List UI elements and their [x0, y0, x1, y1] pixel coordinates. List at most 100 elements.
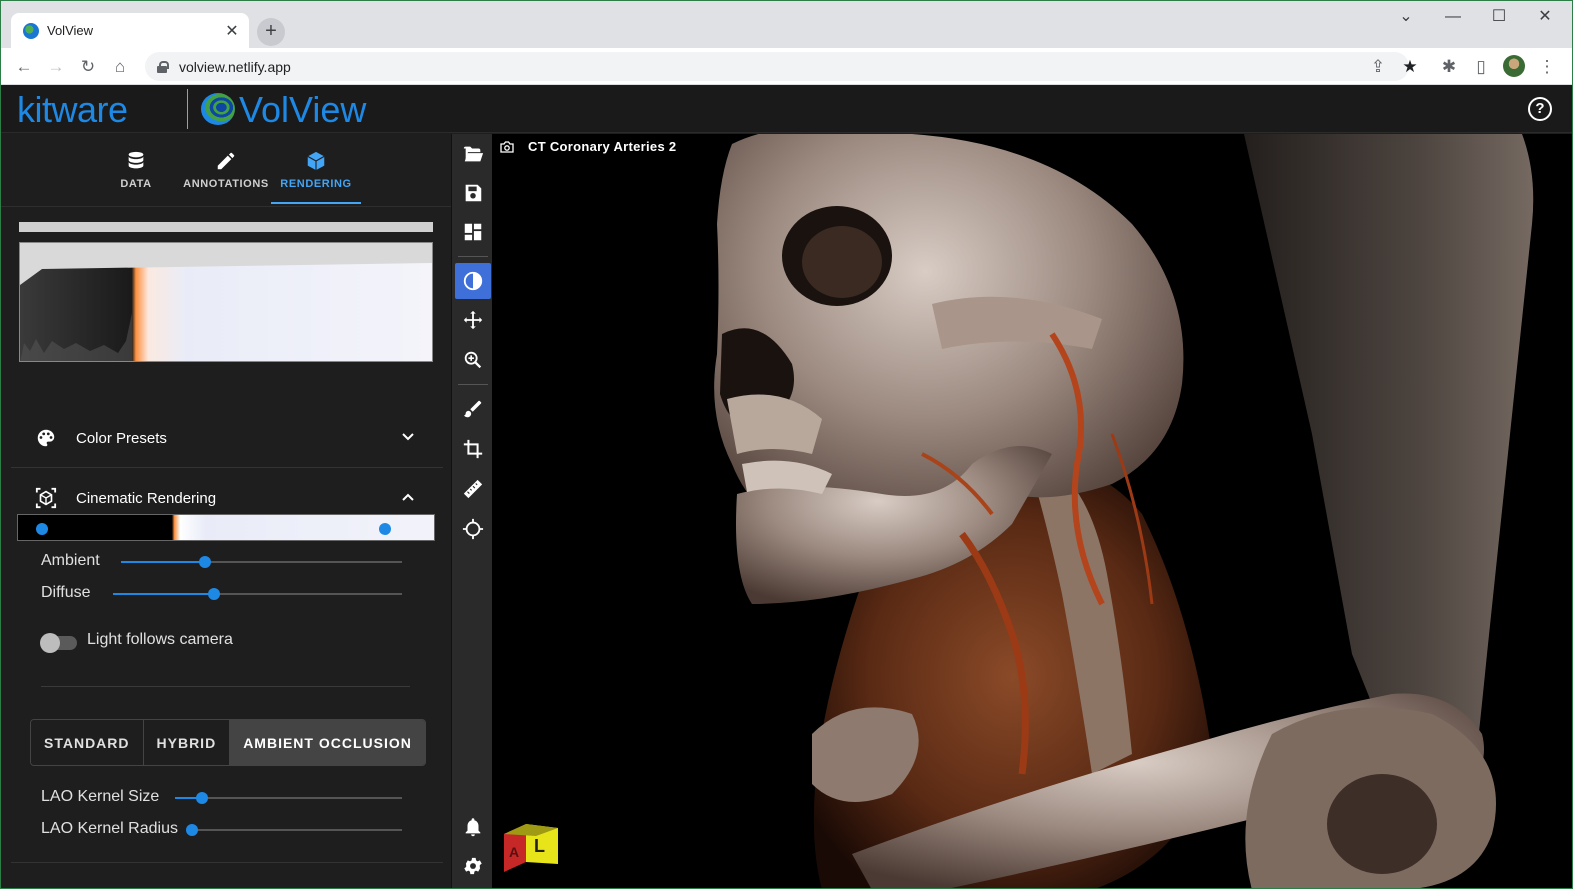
- ambient-slider-row: Ambient: [41, 548, 100, 574]
- home-icon[interactable]: ⌂: [109, 56, 131, 78]
- folder-open-icon: [463, 146, 484, 162]
- ambient-slider-fill: [121, 561, 206, 563]
- open-files-button[interactable]: [455, 136, 491, 172]
- hybrid-button[interactable]: HYBRID: [143, 720, 231, 765]
- tab-data[interactable]: DATA: [105, 144, 167, 204]
- pan-tool[interactable]: [455, 302, 491, 338]
- lao-kernel-radius-slider[interactable]: [186, 824, 402, 836]
- orientation-label-l: L: [534, 836, 545, 856]
- standard-button[interactable]: STANDARD: [31, 720, 144, 765]
- close-tab-icon[interactable]: ✕: [223, 21, 241, 41]
- back-icon[interactable]: ←: [13, 56, 35, 78]
- volview-favicon-icon: [23, 22, 39, 39]
- app-root: VolView ✕ + ⌄ — ☐ ✕ ← → ↻ ⌂ volview.netl…: [0, 0, 1573, 889]
- ambient-slider[interactable]: [121, 556, 402, 568]
- tab-rendering[interactable]: RENDERING: [271, 144, 361, 204]
- tool-separator: [458, 256, 488, 257]
- browser-menu-icon[interactable]: ⋮: [1536, 56, 1558, 78]
- camera-icon[interactable]: [500, 141, 514, 153]
- module-tabs: DATA ANNOTATIONS RENDERING: [1, 134, 451, 206]
- notifications-button[interactable]: [455, 809, 491, 845]
- light-follows-camera-label: Light follows camera: [87, 631, 233, 648]
- lao-kernel-radius-row: LAO Kernel Radius: [41, 816, 178, 842]
- crop-icon: [463, 439, 483, 459]
- diffuse-slider-thumb[interactable]: [208, 588, 221, 600]
- share-icon[interactable]: ⇪: [1367, 56, 1389, 78]
- diffuse-slider[interactable]: [113, 588, 402, 600]
- zoom-icon: [464, 351, 482, 369]
- volume-render-viewport[interactable]: CT Coronary Arteries 2 L A: [492, 134, 1572, 888]
- zoom-tool[interactable]: [455, 342, 491, 378]
- close-window-button[interactable]: ✕: [1530, 6, 1560, 28]
- browser-tab-title: VolView: [47, 23, 94, 38]
- layout-button[interactable]: [455, 214, 491, 250]
- save-session-button[interactable]: [455, 175, 491, 211]
- lock-icon: [157, 60, 169, 73]
- address-bar-row: ← → ↻ ⌂ volview.netlify.app ⇪ ★ ✱ ▯ ⋮: [1, 48, 1572, 85]
- ambient-label: Ambient: [41, 552, 100, 569]
- profile-avatar[interactable]: [1503, 55, 1525, 77]
- window-level-tool[interactable]: [455, 263, 491, 299]
- lao-kernel-size-thumb[interactable]: [196, 792, 209, 804]
- diffuse-slider-row: Diffuse: [41, 580, 91, 606]
- volview-logo-icon: [201, 93, 235, 125]
- tool-strip: [451, 134, 492, 888]
- ct-volume-rendering: [714, 134, 1534, 888]
- orientation-cube: L A: [504, 824, 558, 872]
- help-icon[interactable]: ?: [1528, 97, 1552, 121]
- tab-rendering-label: RENDERING: [280, 178, 352, 190]
- header-divider: [187, 89, 188, 129]
- chevron-down-icon: [402, 433, 414, 441]
- ruler-icon: [463, 479, 483, 499]
- diffuse-slider-fill: [113, 593, 215, 595]
- cinematic-rendering-label: Cinematic Rendering: [76, 489, 217, 507]
- tabs-divider: [1, 206, 451, 207]
- lao-kernel-radius-thumb[interactable]: [186, 824, 198, 836]
- volview-logo: VolView: [239, 89, 367, 130]
- crosshair-tool[interactable]: [455, 511, 491, 547]
- palette-icon: [37, 429, 55, 447]
- paint-tool[interactable]: [455, 391, 491, 427]
- diffuse-label: Diffuse: [41, 584, 91, 601]
- lao-kernel-size-row: LAO Kernel Size: [41, 784, 159, 810]
- cube-icon: [307, 151, 325, 171]
- url-text: volview.netlify.app: [179, 58, 291, 75]
- maximize-button[interactable]: ☐: [1484, 6, 1514, 28]
- ruler-tool[interactable]: [455, 471, 491, 507]
- reload-icon[interactable]: ↻: [77, 56, 99, 78]
- browser-tab[interactable]: VolView ✕: [11, 13, 249, 48]
- kitware-logo: kitware: [17, 89, 128, 130]
- lao-kernel-size-slider[interactable]: [175, 792, 402, 804]
- extensions-icon[interactable]: ✱: [1438, 56, 1460, 78]
- cinematic-rendering-header[interactable]: Cinematic Rendering: [11, 468, 443, 528]
- lao-kernel-radius-label: LAO Kernel Radius: [41, 820, 178, 837]
- side-panel-icon[interactable]: ▯: [1470, 56, 1492, 78]
- light-follows-camera-toggle[interactable]: [40, 633, 77, 653]
- tab-data-label: DATA: [120, 178, 152, 190]
- lao-kernel-size-label: LAO Kernel Size: [41, 788, 160, 805]
- shading-mode-group: STANDARD HYBRID AMBIENT OCCLUSION: [30, 719, 426, 766]
- forward-icon[interactable]: →: [45, 56, 67, 78]
- tab-annotations-label: ANNOTATIONS: [183, 178, 269, 190]
- app-header: kitware VolView ?: [1, 85, 1572, 133]
- database-icon: [128, 151, 144, 169]
- tab-search-chevron-icon[interactable]: ⌄: [1391, 6, 1421, 28]
- ambient-occlusion-button[interactable]: AMBIENT OCCLUSION: [230, 720, 425, 765]
- ambient-slider-thumb[interactable]: [199, 556, 212, 568]
- tab-annotations[interactable]: ANNOTATIONS: [181, 144, 271, 204]
- color-presets-header[interactable]: Color Presets: [11, 408, 443, 468]
- bookmark-star-icon[interactable]: ★: [1399, 56, 1421, 78]
- orientation-label-a: A: [509, 844, 519, 860]
- settings-button[interactable]: [455, 848, 491, 884]
- url-field[interactable]: volview.netlify.app: [145, 52, 1409, 81]
- chevron-up-icon: [402, 493, 414, 501]
- opacity-range-bar[interactable]: [19, 222, 433, 232]
- dataset-title: CT Coronary Arteries 2: [528, 139, 677, 154]
- browser-tab-bar: VolView ✕ + ⌄ — ☐ ✕: [1, 1, 1572, 48]
- new-tab-button[interactable]: +: [257, 18, 285, 46]
- minimize-button[interactable]: —: [1438, 6, 1468, 28]
- crop-tool[interactable]: [455, 431, 491, 467]
- opacity-function-editor[interactable]: [19, 242, 433, 362]
- panel-bottom-divider: [11, 862, 443, 863]
- tool-separator: [458, 384, 488, 385]
